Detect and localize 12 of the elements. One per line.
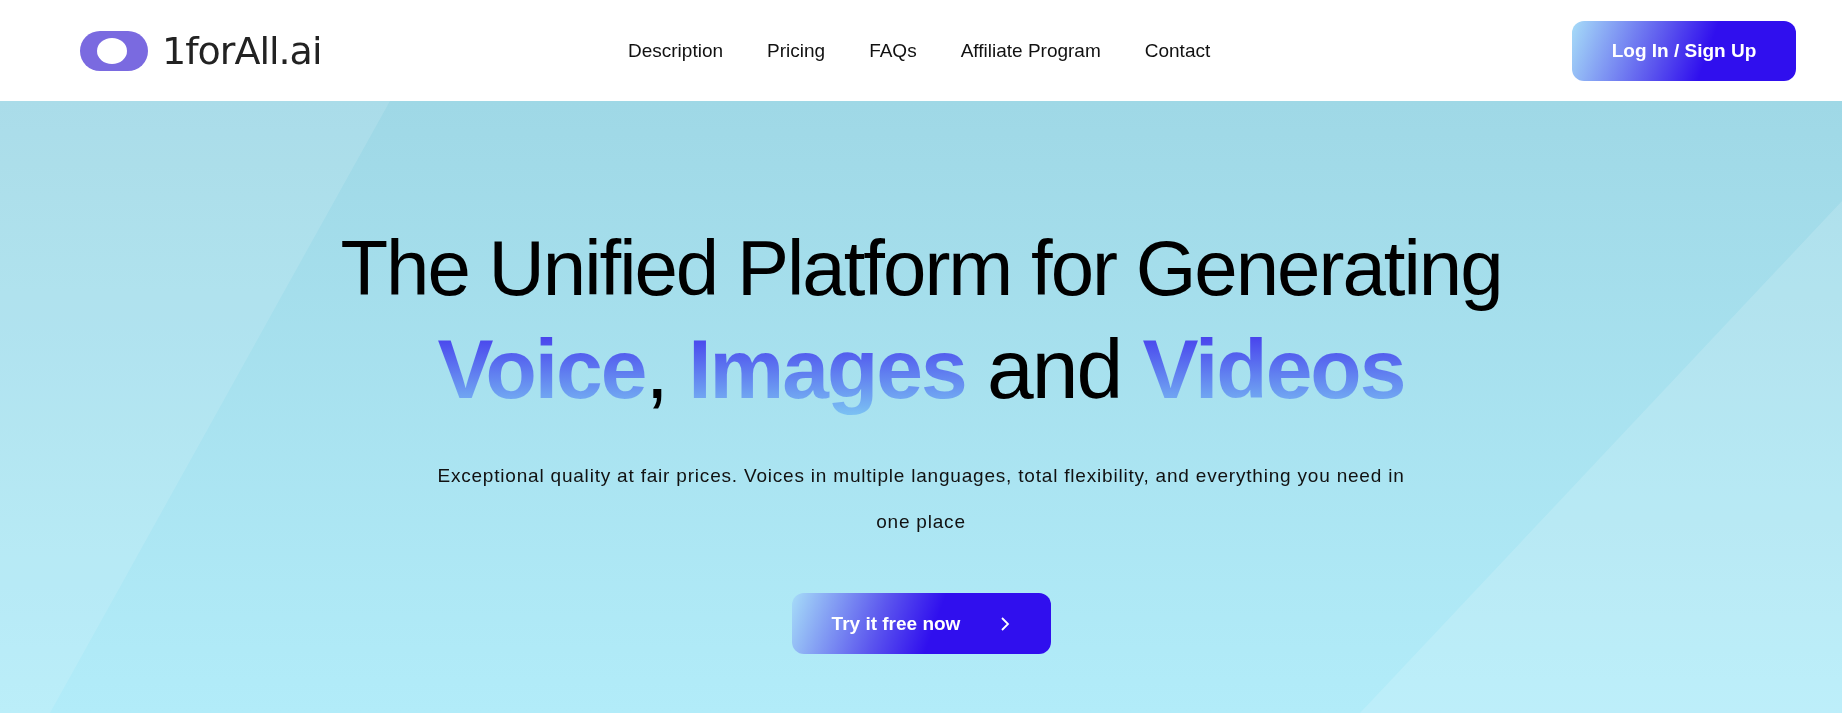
chevron-right-icon (1000, 615, 1011, 632)
logo-text[interactable]: 1forAll.ai (162, 28, 322, 73)
hero-subtitle: Voice, Images and Videos (437, 325, 1405, 414)
nav-link[interactable]: FAQs (869, 39, 917, 62)
hero-description: Exceptional quality at fair prices. Voices in multiple languages, total flexibility, and everything you need in one place (436, 464, 1406, 535)
logo-icon[interactable] (80, 30, 148, 71)
try-free-button[interactable]: Try it free now (791, 593, 1051, 655)
nav-link[interactable]: Contact (1144, 39, 1211, 62)
nav-link[interactable]: Affiliate Program (960, 39, 1101, 62)
nav-link[interactable]: Pricing (767, 39, 826, 62)
nav-link[interactable]: Description (628, 39, 724, 62)
login-button[interactable]: Log In / Sign Up (1572, 20, 1796, 81)
